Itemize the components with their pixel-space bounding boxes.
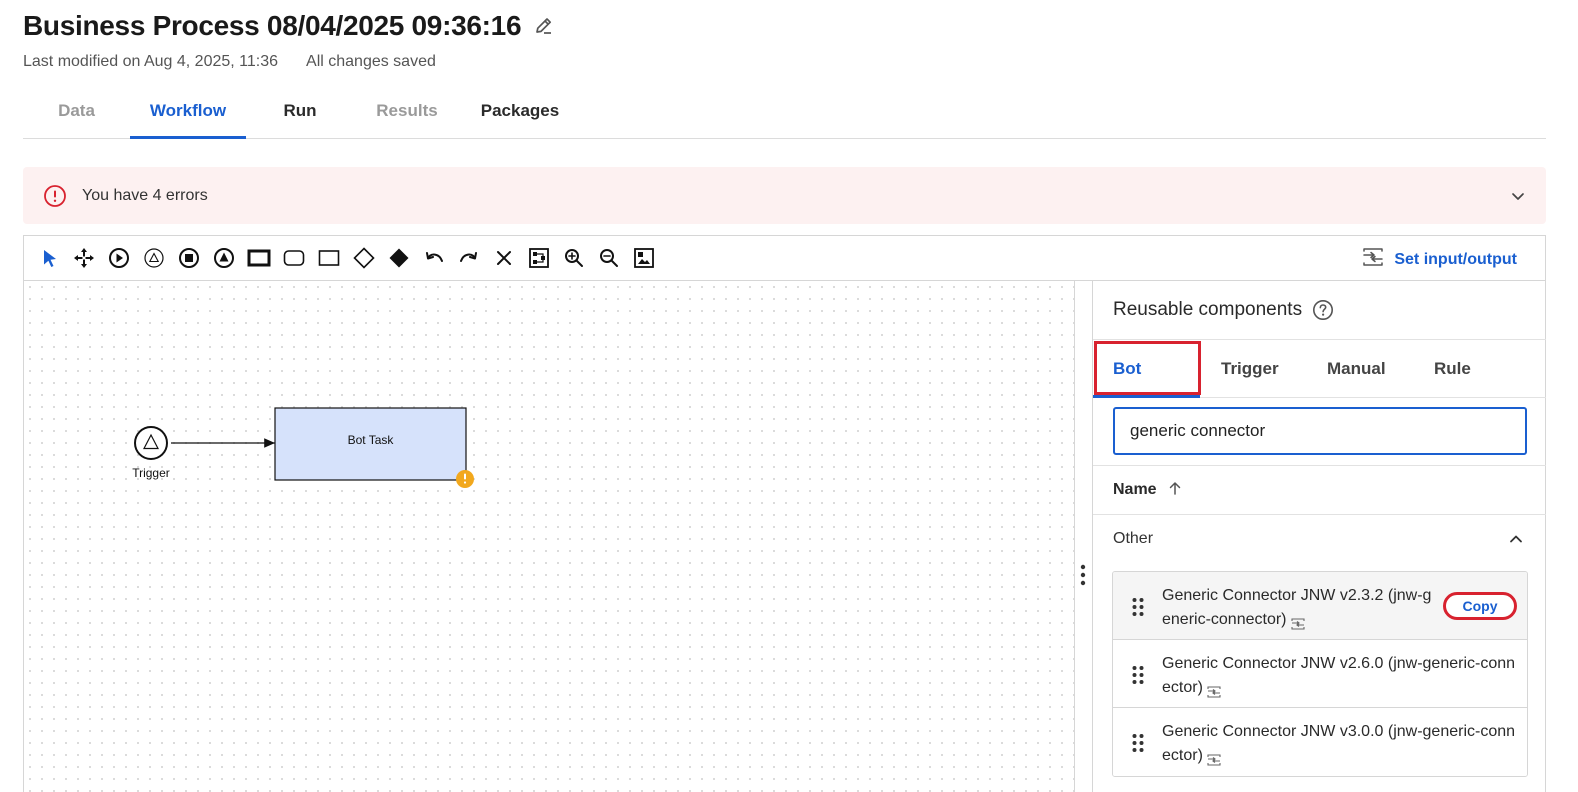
tab-packages[interactable]: Packages [460,84,580,138]
search-wrapper [1113,407,1527,455]
panel-splitter [1074,281,1092,792]
drag-handle-icon[interactable] [1131,664,1145,686]
list-item-text: Generic Connector JNW v3.0.0 (jnw-generi… [1162,720,1517,768]
undo-icon[interactable] [422,246,446,270]
tab-bot[interactable]: Bot [1093,340,1201,398]
tab-bot-highlight [1094,341,1201,395]
zoom-in-icon[interactable] [562,246,586,270]
rounded-task-icon[interactable] [282,246,306,270]
workflow-canvas[interactable]: Trigger Bot Task [24,281,1074,792]
search-input[interactable] [1113,407,1527,455]
gateway-icon[interactable] [352,246,376,270]
bot-task-label: Bot Task [348,433,395,447]
input-output-icon [1207,682,1221,698]
tab-run[interactable]: Run [246,84,354,138]
tab-bot-label: Bot [1113,358,1142,378]
list-item[interactable]: Generic Connector JNW v2.6.0 (jnw-generi… [1113,640,1527,708]
fit-view-icon[interactable] [632,246,656,270]
redo-icon[interactable] [457,246,481,270]
start-event-icon[interactable] [107,246,131,270]
sort-ascending-icon [1167,480,1183,501]
drag-handle-icon[interactable] [1131,596,1145,618]
bot-task-icon[interactable] [247,246,271,270]
reusable-components-panel: Reusable components Bot Trigger Manual R… [1092,281,1546,792]
set-input-output-button[interactable]: Set input/output [1362,247,1517,272]
save-status: All changes saved [306,53,436,70]
list-item-text: Generic Connector JNW v2.6.0 (jnw-generi… [1162,652,1517,700]
input-output-icon [1290,614,1305,630]
tab-rule[interactable]: Rule [1434,340,1471,397]
chevron-up-icon[interactable] [1508,531,1524,547]
group-label: Other [1113,530,1154,547]
input-output-icon [1362,247,1384,272]
end-event-icon[interactable] [177,246,201,270]
escalation-event-icon[interactable] [212,246,236,270]
group-other[interactable]: Other [1093,515,1546,563]
drag-handle-icon[interactable] [1131,732,1145,754]
main-tabs: Data Workflow Run Results Packages [23,84,1546,139]
component-list: Generic Connector JNW v2.3.2 (jnw-generi… [1112,571,1528,777]
list-item[interactable]: Generic Connector JNW v2.3.2 (jnw-generi… [1113,572,1527,640]
component-tabs: Bot Trigger Manual Rule [1093,340,1546,398]
chevron-down-icon[interactable] [1510,188,1526,204]
list-item-text: Generic Connector JNW v2.3.2 (jnw-generi… [1162,584,1432,632]
help-icon[interactable] [1312,299,1334,321]
list-item[interactable]: Generic Connector JNW v3.0.0 (jnw-generi… [1113,708,1527,776]
page-header: Business Process 08/04/2025 09:36:16 [23,10,555,42]
start-node-trigger[interactable] [134,426,168,460]
panel-header: Reusable components [1093,281,1546,340]
tab-trigger[interactable]: Trigger [1221,340,1279,397]
editor-toolbar: Set input/output [24,236,1545,281]
filled-gateway-icon[interactable] [387,246,411,270]
error-icon [43,184,67,208]
start-node-label: Trigger [132,466,170,480]
resize-handle-icon[interactable] [1079,563,1087,587]
error-banner[interactable]: You have 4 errors [23,167,1546,224]
workflow-editor: Set input/output Trigger Bot Task Reusab… [23,235,1546,792]
move-icon[interactable] [72,246,96,270]
edit-title-icon[interactable] [533,15,555,37]
tab-manual[interactable]: Manual [1327,340,1386,397]
error-text: You have 4 errors [82,186,208,204]
set-input-output-label: Set input/output [1394,250,1517,268]
last-modified: Last modified on Aug 4, 2025, 11:36 [23,53,279,70]
trigger-event-icon[interactable] [142,246,166,270]
panel-title: Reusable components [1113,299,1303,320]
tab-data[interactable]: Data [23,84,130,138]
auto-layout-icon[interactable] [527,246,551,270]
sort-by-name-header[interactable]: Name [1093,465,1546,515]
select-pointer-icon[interactable] [38,246,62,270]
input-output-icon [1207,750,1221,766]
tab-results[interactable]: Results [354,84,460,138]
delete-icon[interactable] [492,246,516,270]
task-icon[interactable] [317,246,341,270]
warning-badge-icon[interactable] [456,470,474,488]
page-meta: Last modified on Aug 4, 2025, 11:36 All … [23,53,436,71]
copy-button[interactable]: Copy [1443,592,1517,620]
tab-workflow[interactable]: Workflow [130,84,246,139]
sort-label: Name [1113,481,1157,498]
page-title: Business Process 08/04/2025 09:36:16 [23,10,522,41]
zoom-out-icon[interactable] [597,246,621,270]
